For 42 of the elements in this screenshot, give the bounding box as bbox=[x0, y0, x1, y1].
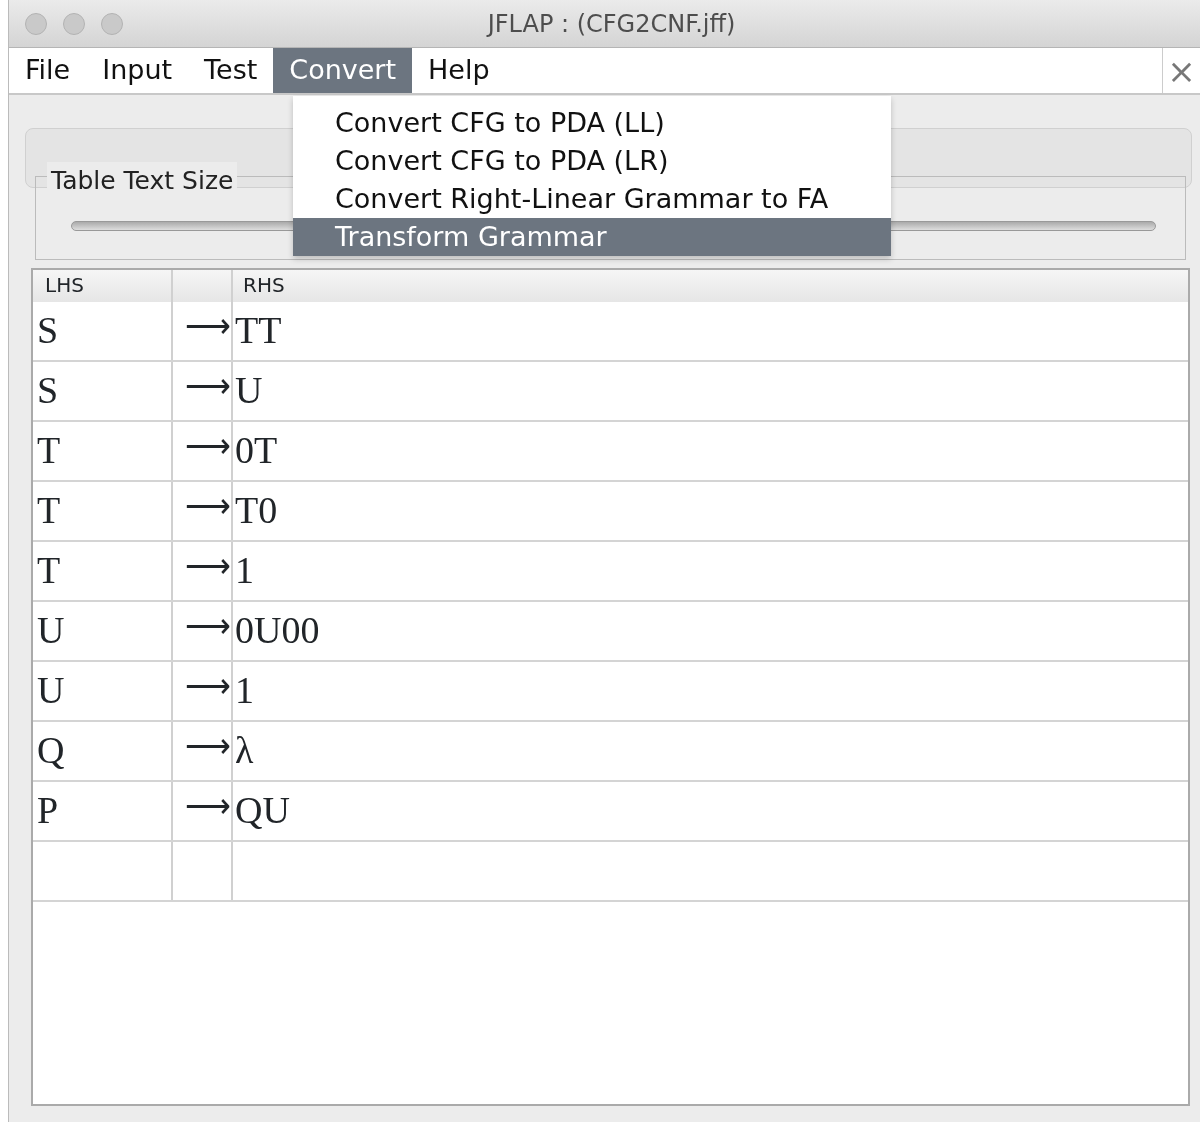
menu-item[interactable]: Convert CFG to PDA (LL) bbox=[293, 104, 891, 142]
menu-item[interactable]: Transform Grammar bbox=[293, 218, 891, 256]
menu-item[interactable]: Help bbox=[412, 48, 506, 93]
table-cell: λ bbox=[235, 729, 254, 771]
menu-item[interactable]: Convert bbox=[273, 48, 413, 93]
window-control-button[interactable] bbox=[63, 12, 85, 35]
window-control-button[interactable] bbox=[101, 12, 123, 35]
table-cell: ⟶ bbox=[185, 728, 231, 764]
column-header: LHS bbox=[44, 272, 85, 299]
table-cell: S bbox=[37, 369, 59, 411]
table-cell: ⟶ bbox=[185, 668, 231, 704]
table-cell: T bbox=[37, 549, 61, 591]
table-cell: U bbox=[37, 609, 65, 651]
table-cell: 1 bbox=[235, 549, 254, 591]
table-cell: ⟶ bbox=[185, 608, 231, 644]
table-cell: ⟶ bbox=[185, 428, 231, 464]
table-cell: S bbox=[37, 309, 59, 351]
table-cell: ⟶ bbox=[185, 788, 231, 824]
table-cell: T bbox=[37, 429, 61, 471]
table-cell: 1 bbox=[235, 669, 254, 711]
table-cell: U bbox=[235, 369, 263, 411]
table-cell: P bbox=[37, 789, 59, 831]
menu-item[interactable]: Input bbox=[86, 48, 189, 93]
table-cell: QU bbox=[235, 789, 290, 831]
menu-item[interactable]: Convert Right-Linear Grammar to FA bbox=[293, 180, 891, 218]
menu-item[interactable]: Convert CFG to PDA (LR) bbox=[293, 142, 891, 180]
menu-item[interactable]: Test bbox=[188, 48, 274, 93]
table-cell: 0T bbox=[235, 429, 278, 471]
window-title: JFLAP : (CFG2CNF.jff) bbox=[485, 8, 737, 40]
window-control-button[interactable] bbox=[25, 12, 47, 35]
column-header: RHS bbox=[242, 272, 286, 299]
table-cell: TT bbox=[235, 309, 282, 351]
table-cell: T0 bbox=[235, 489, 278, 531]
table-cell: U bbox=[37, 669, 65, 711]
table-cell: T bbox=[37, 489, 61, 531]
table-cell: ⟶ bbox=[185, 488, 231, 524]
table-cell: 0U00 bbox=[235, 609, 320, 651]
table-cell: ⟶ bbox=[185, 368, 231, 404]
table-cell: ⟶ bbox=[185, 548, 231, 584]
table-cell: Q bbox=[37, 729, 65, 771]
menu-item[interactable]: File bbox=[9, 48, 87, 93]
table-cell: ⟶ bbox=[185, 308, 231, 344]
